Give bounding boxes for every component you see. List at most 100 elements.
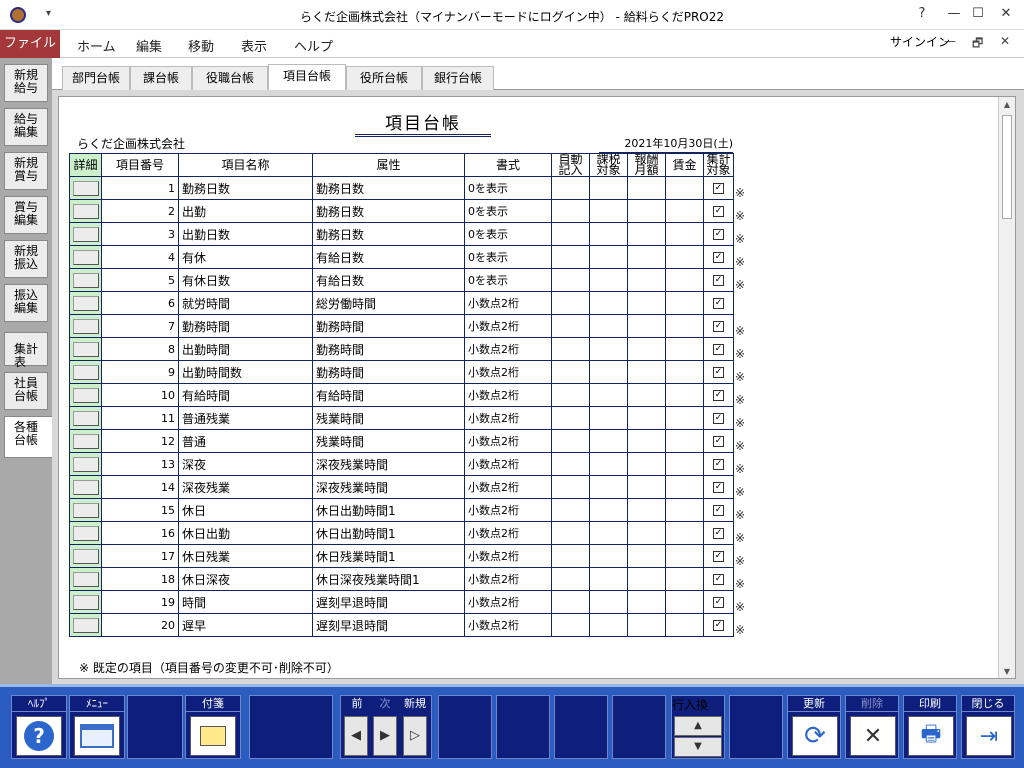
format-cell[interactable]: 小数点2桁 — [464, 314, 552, 338]
taxable-cell[interactable] — [589, 245, 628, 269]
menu-button[interactable]: ﾒﾆｭｰ — [69, 695, 125, 759]
monthly-remuneration-cell[interactable] — [627, 222, 666, 246]
wage-cell[interactable] — [665, 199, 704, 223]
scroll-thumb[interactable] — [1002, 115, 1012, 219]
next-record-button[interactable]: ▶ — [373, 716, 397, 756]
format-cell[interactable]: 0を表示 — [464, 268, 552, 292]
wage-cell[interactable] — [665, 337, 704, 361]
attribute-cell[interactable]: 有給時間 — [312, 383, 465, 407]
table-row[interactable]: 8 出勤時間 勤務時間 小数点2桁 ✓ — [69, 337, 734, 361]
format-cell[interactable]: 小数点2桁 — [464, 429, 552, 453]
format-cell[interactable]: 小数点2桁 — [464, 337, 552, 361]
detail-button[interactable] — [72, 272, 99, 288]
wage-cell[interactable] — [665, 567, 704, 591]
aggregate-checkbox[interactable]: ✓ — [713, 459, 724, 470]
wage-cell[interactable] — [665, 521, 704, 545]
side-tab-summary[interactable]: 集計表 — [4, 332, 48, 369]
aggregate-checkbox[interactable]: ✓ — [713, 206, 724, 217]
detail-button[interactable] — [72, 226, 99, 242]
detail-button[interactable] — [72, 387, 99, 403]
signin-link[interactable]: サインイン — [890, 33, 950, 50]
scroll-down-icon[interactable]: ▼ — [999, 664, 1015, 678]
table-row[interactable]: 3 出勤日数 勤務日数 0を表示 ✓ — [69, 222, 734, 246]
detail-button[interactable] — [72, 571, 99, 587]
table-row[interactable]: 12 普通 残業時間 小数点2桁 ✓ — [69, 429, 734, 453]
taxable-cell[interactable] — [589, 406, 628, 430]
close-icon[interactable]: ✕ — [996, 6, 1016, 21]
attribute-cell[interactable]: 残業時間 — [312, 406, 465, 430]
monthly-remuneration-cell[interactable] — [627, 383, 666, 407]
detail-button[interactable] — [72, 203, 99, 219]
auto-entry-cell[interactable] — [551, 475, 590, 499]
format-cell[interactable]: 小数点2桁 — [464, 475, 552, 499]
table-row[interactable]: 6 就労時間 総労働時間 小数点2桁 ✓ — [69, 291, 734, 315]
taxable-cell[interactable] — [589, 314, 628, 338]
side-tab-employee-ledger[interactable]: 社員 台帳 — [4, 372, 48, 410]
format-cell[interactable]: 小数点2桁 — [464, 498, 552, 522]
item-name-cell[interactable]: 有休 — [178, 245, 313, 269]
format-cell[interactable]: 小数点2桁 — [464, 567, 552, 591]
side-tab-various-ledgers[interactable]: 各種 台帳 — [4, 416, 52, 458]
attribute-cell[interactable]: 遅刻早退時間 — [312, 590, 465, 614]
monthly-remuneration-cell[interactable] — [627, 314, 666, 338]
attribute-cell[interactable]: 休日深夜残業時間1 — [312, 567, 465, 591]
ribbon-tab-move[interactable]: 移動 — [188, 36, 214, 55]
auto-entry-cell[interactable] — [551, 337, 590, 361]
aggregate-checkbox[interactable]: ✓ — [713, 275, 724, 286]
item-name-cell[interactable]: 出勤時間数 — [178, 360, 313, 384]
attribute-cell[interactable]: 残業時間 — [312, 429, 465, 453]
format-cell[interactable]: 0を表示 — [464, 176, 552, 200]
aggregate-checkbox[interactable]: ✓ — [713, 229, 724, 240]
doc-restore-icon[interactable]: 🗗 — [972, 34, 983, 55]
table-row[interactable]: 7 勤務時間 勤務時間 小数点2桁 ✓ — [69, 314, 734, 338]
wage-cell[interactable] — [665, 291, 704, 315]
tab-position-ledger[interactable]: 役職台帳 — [192, 66, 268, 90]
row-down-button[interactable]: ▼ — [674, 737, 722, 757]
update-button[interactable]: 更新 ⟳ — [787, 695, 841, 759]
monthly-remuneration-cell[interactable] — [627, 429, 666, 453]
wage-cell[interactable] — [665, 268, 704, 292]
delete-button[interactable]: 削除 ✕ — [845, 695, 899, 759]
aggregate-checkbox[interactable]: ✓ — [713, 597, 724, 608]
tag-button[interactable]: 付箋 — [185, 695, 241, 759]
doc-minimize-icon[interactable]: — — [944, 34, 956, 48]
monthly-remuneration-cell[interactable] — [627, 360, 666, 384]
auto-entry-cell[interactable] — [551, 590, 590, 614]
side-tab-edit-transfer[interactable]: 振込 編集 — [4, 284, 48, 322]
attribute-cell[interactable]: 総労働時間 — [312, 291, 465, 315]
taxable-cell[interactable] — [589, 429, 628, 453]
file-menu-tab[interactable]: ファイル — [0, 30, 60, 58]
attribute-cell[interactable]: 勤務時間 — [312, 337, 465, 361]
item-name-cell[interactable]: 時間 — [178, 590, 313, 614]
wage-cell[interactable] — [665, 314, 704, 338]
taxable-cell[interactable] — [589, 222, 628, 246]
auto-entry-cell[interactable] — [551, 429, 590, 453]
taxable-cell[interactable] — [589, 613, 628, 637]
monthly-remuneration-cell[interactable] — [627, 613, 666, 637]
detail-button[interactable] — [72, 456, 99, 472]
table-row[interactable]: 2 出勤 勤務日数 0を表示 ✓ — [69, 199, 734, 223]
detail-button[interactable] — [72, 295, 99, 311]
taxable-cell[interactable] — [589, 452, 628, 476]
scroll-up-icon[interactable]: ▲ — [999, 97, 1015, 113]
format-cell[interactable]: 小数点2桁 — [464, 360, 552, 384]
help-icon[interactable]: ? — [912, 6, 932, 21]
monthly-remuneration-cell[interactable] — [627, 521, 666, 545]
wage-cell[interactable] — [665, 406, 704, 430]
table-row[interactable]: 9 出勤時間数 勤務時間 小数点2桁 ✓ — [69, 360, 734, 384]
taxable-cell[interactable] — [589, 475, 628, 499]
item-name-cell[interactable]: 就労時間 — [178, 291, 313, 315]
taxable-cell[interactable] — [589, 268, 628, 292]
attribute-cell[interactable]: 深夜残業時間 — [312, 475, 465, 499]
taxable-cell[interactable] — [589, 498, 628, 522]
attribute-cell[interactable]: 休日残業時間1 — [312, 544, 465, 568]
attribute-cell[interactable]: 勤務時間 — [312, 360, 465, 384]
detail-button[interactable] — [72, 341, 99, 357]
table-row[interactable]: 11 普通残業 残業時間 小数点2桁 ✓ — [69, 406, 734, 430]
ribbon-tab-home[interactable]: ホーム — [77, 36, 116, 55]
monthly-remuneration-cell[interactable] — [627, 406, 666, 430]
auto-entry-cell[interactable] — [551, 314, 590, 338]
vertical-scrollbar[interactable]: ▲ ▼ — [998, 97, 1015, 678]
ribbon-tab-edit[interactable]: 編集 — [136, 36, 162, 55]
detail-button[interactable] — [72, 617, 99, 633]
